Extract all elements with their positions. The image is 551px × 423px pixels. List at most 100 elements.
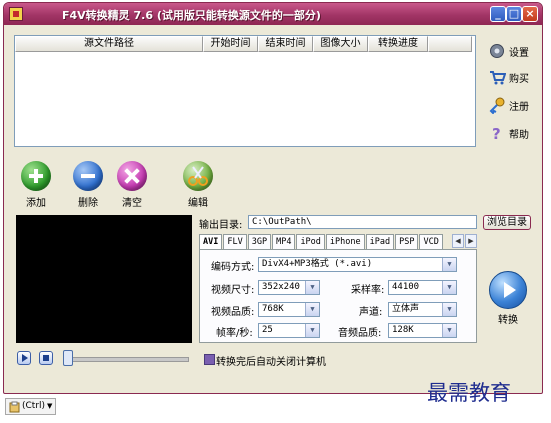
chevron-down-icon: ▼: [47, 402, 53, 410]
file-list-header: 源文件路径 开始时间 结束时间 图像大小 转换进度: [15, 36, 475, 52]
tab-flv[interactable]: FLV: [223, 234, 247, 249]
chevron-down-icon: ▼: [442, 281, 456, 294]
help-icon: ?: [488, 124, 506, 143]
encoding-label: 编码方式:: [211, 262, 255, 273]
sample-rate-value: 44100: [392, 282, 420, 292]
edit-label: 编辑: [188, 198, 208, 209]
tab-3gp[interactable]: 3GP: [247, 234, 272, 249]
scissors-icon: [183, 161, 213, 191]
tab-vcd[interactable]: VCD: [419, 234, 443, 249]
key-icon: [488, 96, 506, 115]
close-button[interactable]: ×: [522, 6, 538, 22]
video-quality-value: 768K: [262, 304, 284, 314]
chevron-down-icon: ▼: [442, 303, 456, 316]
help-button[interactable]: ? 帮助: [488, 123, 529, 143]
edit-button[interactable]: 编辑: [180, 161, 216, 209]
play-button[interactable]: [17, 351, 31, 365]
tab-scroll-arrows: ◀ ▶: [452, 234, 478, 248]
title-bar[interactable]: F4V转换精灵 7.6 (试用版只能转换源文件的一部分) _ □ ×: [4, 3, 542, 25]
plus-icon: [21, 161, 51, 191]
seek-slider-track[interactable]: [70, 357, 189, 362]
watermark-text: 最需教育: [427, 381, 511, 405]
channel-value: 立体声: [392, 304, 420, 314]
tab-scroll-left-icon[interactable]: ◀: [452, 234, 464, 248]
tab-avi[interactable]: AVI: [199, 234, 223, 250]
chevron-down-icon: ▼: [305, 324, 319, 337]
stop-icon: [43, 355, 49, 361]
tab-psp[interactable]: PSP: [395, 234, 419, 249]
column-filler: [428, 36, 472, 52]
add-button[interactable]: 添加: [18, 161, 54, 209]
shutdown-checkbox[interactable]: [204, 354, 215, 365]
register-label: 注册: [509, 101, 529, 113]
sample-rate-label: 采样率:: [351, 285, 385, 296]
column-end-time[interactable]: 结束时间: [258, 36, 313, 52]
play-small-icon: [22, 354, 28, 362]
channel-label: 声道:: [359, 307, 383, 318]
column-start-time[interactable]: 开始时间: [203, 36, 258, 52]
buy-label: 购买: [509, 73, 529, 85]
video-size-select[interactable]: 352x240 ▼: [258, 280, 320, 295]
tab-ipad[interactable]: iPad: [365, 234, 395, 249]
x-icon: [117, 161, 147, 191]
tab-ipod[interactable]: iPod: [296, 234, 325, 249]
fps-value: 25: [262, 325, 273, 335]
convert-label: 转换: [498, 315, 518, 326]
fps-select[interactable]: 25 ▼: [258, 323, 320, 338]
file-list[interactable]: 源文件路径 开始时间 结束时间 图像大小 转换进度: [14, 35, 476, 147]
app-window: F4V转换精灵 7.6 (试用版只能转换源文件的一部分) _ □ × 源文件路径…: [3, 2, 543, 394]
tab-mp4[interactable]: MP4: [272, 234, 296, 249]
video-size-label: 视频尺寸:: [211, 285, 255, 296]
settings-button[interactable]: 设置: [488, 41, 529, 61]
encoding-value: DivX4+MP3格式 (*.avi): [262, 259, 373, 269]
chevron-down-icon: ▼: [442, 324, 456, 337]
window-title: F4V转换精灵 7.6 (试用版只能转换源文件的一部分): [62, 9, 321, 22]
paste-options-popup[interactable]: (Ctrl) ▼: [5, 398, 57, 415]
app-icon: [9, 7, 23, 21]
buy-button[interactable]: 购买: [488, 67, 529, 87]
audio-quality-select[interactable]: 128K ▼: [388, 323, 457, 338]
output-dir-field[interactable]: C:\OutPath\: [248, 215, 477, 229]
audio-quality-label: 音频品质:: [338, 328, 382, 339]
tab-scroll-right-icon[interactable]: ▶: [465, 234, 477, 248]
tab-iphone[interactable]: iPhone: [325, 234, 365, 249]
chevron-down-icon: ▼: [442, 258, 456, 271]
column-source-path[interactable]: 源文件路径: [15, 36, 203, 52]
clear-button[interactable]: 清空: [114, 161, 150, 209]
video-quality-label: 视频品质:: [211, 307, 255, 318]
add-label: 添加: [26, 198, 46, 209]
delete-label: 删除: [78, 198, 98, 209]
clipboard-icon: [9, 401, 20, 412]
minimize-button[interactable]: _: [490, 6, 506, 22]
sample-rate-select[interactable]: 44100 ▼: [388, 280, 457, 295]
play-icon: [489, 271, 527, 309]
gear-icon: [488, 42, 506, 60]
browse-button[interactable]: 浏览目录: [483, 215, 531, 230]
delete-button[interactable]: 删除: [70, 161, 106, 209]
column-image-size[interactable]: 图像大小: [313, 36, 368, 52]
column-progress[interactable]: 转换进度: [368, 36, 428, 52]
help-label: 帮助: [509, 129, 529, 141]
fps-label: 帧率/秒:: [216, 328, 253, 339]
register-button[interactable]: 注册: [488, 95, 529, 115]
chevron-down-icon: ▼: [305, 281, 319, 294]
audio-quality-value: 128K: [392, 325, 414, 335]
maximize-button[interactable]: □: [506, 6, 522, 22]
svg-text:?: ?: [492, 125, 501, 142]
minus-icon: [73, 161, 103, 191]
video-size-value: 352x240: [262, 282, 300, 292]
format-tabs: AVI FLV 3GP MP4 iPod iPhone iPad PSP VCD: [199, 234, 444, 250]
convert-button[interactable]: 转换: [488, 271, 528, 326]
clear-label: 清空: [122, 198, 142, 209]
cart-icon: [488, 68, 507, 86]
seek-slider-thumb[interactable]: [63, 350, 73, 366]
video-preview: [16, 215, 192, 343]
stop-button[interactable]: [39, 351, 53, 365]
video-quality-select[interactable]: 768K ▼: [258, 302, 320, 317]
encoding-select[interactable]: DivX4+MP3格式 (*.avi) ▼: [258, 257, 457, 272]
ctrl-label: (Ctrl): [22, 401, 46, 411]
channel-select[interactable]: 立体声 ▼: [388, 302, 457, 317]
shutdown-label: 转换完后自动关闭计算机: [216, 357, 326, 368]
settings-label: 设置: [509, 47, 529, 59]
output-dir-label: 输出目录:: [199, 220, 243, 231]
